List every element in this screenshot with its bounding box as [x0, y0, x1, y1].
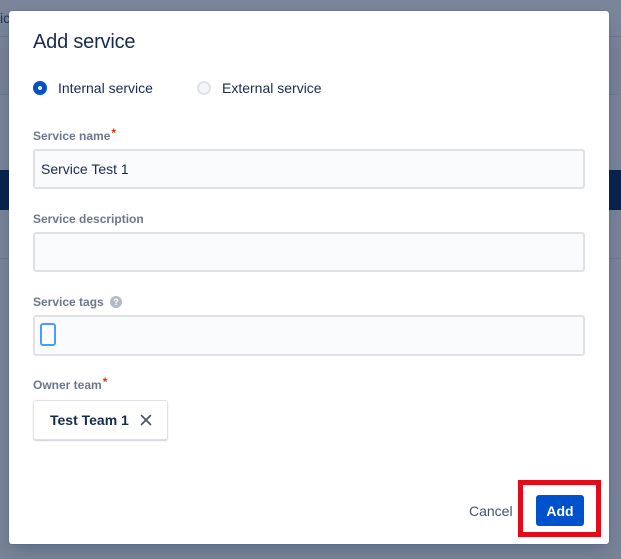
service-name-label: Service name* [33, 126, 117, 143]
service-description-label: Service description [33, 212, 144, 226]
required-marker: * [102, 375, 108, 389]
radio-checked-icon[interactable] [33, 81, 47, 95]
radio-external-service[interactable]: External service [197, 78, 322, 98]
required-marker: * [111, 126, 117, 140]
add-button[interactable]: Add [536, 495, 584, 526]
service-tags-input[interactable] [33, 315, 585, 356]
service-tags-label: Service tags [33, 295, 104, 309]
owner-team-label: Owner team* [33, 375, 108, 392]
radio-internal-label[interactable]: Internal service [58, 80, 153, 96]
owner-team-label-text: Owner team [33, 378, 102, 392]
dialog-title: Add service [33, 31, 136, 53]
service-name-label-text: Service name [33, 129, 111, 143]
radio-unchecked-icon[interactable] [197, 81, 211, 95]
close-icon[interactable] [140, 414, 152, 426]
radio-internal-service[interactable]: Internal service [33, 78, 153, 98]
service-name-input[interactable] [33, 149, 585, 189]
service-description-input[interactable] [33, 232, 585, 272]
question-circle-icon[interactable]: ? [110, 296, 122, 308]
add-service-dialog: Add service Internal service External se… [9, 11, 609, 544]
owner-team-chip-label: Test Team 1 [50, 412, 129, 428]
radio-external-label[interactable]: External service [222, 80, 322, 96]
service-tags-cursor-field[interactable] [40, 323, 56, 346]
owner-team-chip[interactable]: Test Team 1 [33, 400, 168, 440]
cancel-button[interactable]: Cancel [465, 499, 517, 523]
